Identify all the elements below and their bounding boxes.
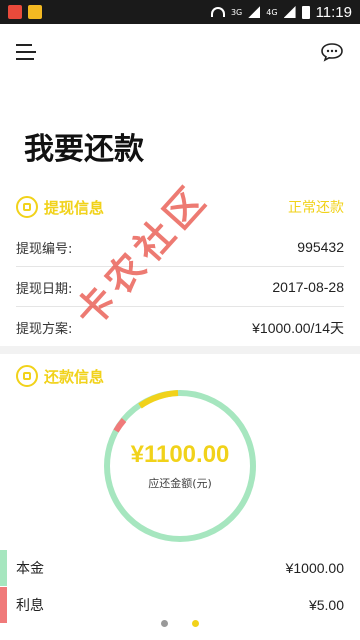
principal-label: 本金 [16, 561, 44, 577]
withdraw-date-label: 提现日期: [16, 281, 73, 297]
principal-row: 本金 ¥1000.00 [0, 550, 360, 586]
battery-icon [301, 5, 310, 19]
amount-due-panel: ¥1100.00 应还金额(元) [100, 386, 260, 546]
status-time: 11:19 [315, 3, 352, 21]
withdraw-date-row: 提现日期: 2017-08-28 [16, 268, 344, 307]
withdraw-id-value: 995432 [297, 239, 344, 255]
withdraw-plan-row: 提现方案: ¥1000.00/14天 [16, 308, 344, 347]
repayment-status: 正常还款 [288, 200, 344, 216]
section-divider [0, 346, 360, 354]
signal-icon [248, 6, 261, 18]
withdraw-plan-value: ¥1000.00/14天 [252, 319, 344, 336]
withdraw-id-label: 提现编号: [16, 241, 73, 257]
principal-value: ¥1000.00 [285, 560, 344, 576]
interest-label: 利息 [16, 598, 44, 614]
amount-due-value: ¥1100.00 [130, 441, 230, 468]
menu-icon[interactable] [16, 44, 36, 60]
page-title: 我要还款 [24, 132, 144, 167]
withdraw-plan-label: 提现方案: [16, 322, 73, 337]
page-dot-1[interactable] [161, 620, 168, 627]
withdraw-info-header: 提现信息 正常还款 [0, 187, 360, 227]
app-bar [0, 24, 360, 80]
network-3g-label: 3G [230, 7, 243, 17]
notification-app-icon-2 [28, 5, 42, 19]
withdraw-info-title: 提现信息 [44, 198, 105, 217]
principal-color-marker [0, 550, 7, 586]
interest-row: 利息 ¥5.00 [0, 587, 360, 623]
page-indicator [0, 620, 360, 636]
status-bar: 3G 4G 11:19 [0, 0, 360, 24]
withdraw-date-value: 2017-08-28 [272, 279, 344, 295]
wifi-icon [210, 7, 225, 17]
withdraw-id-row: 提现编号: 995432 [16, 228, 344, 267]
amount-due-label: 应还金额(元) [148, 477, 212, 490]
repay-info-icon [16, 365, 38, 387]
withdraw-info-icon [16, 196, 38, 218]
interest-value: ¥5.00 [308, 597, 344, 613]
signal-icon-2 [283, 6, 296, 18]
notification-app-icon [8, 5, 22, 19]
network-4g-label: 4G [266, 7, 278, 17]
repay-info-title: 还款信息 [44, 367, 105, 386]
page-dot-2[interactable] [192, 620, 199, 627]
interest-color-marker [0, 587, 7, 623]
chat-icon[interactable] [320, 42, 344, 62]
